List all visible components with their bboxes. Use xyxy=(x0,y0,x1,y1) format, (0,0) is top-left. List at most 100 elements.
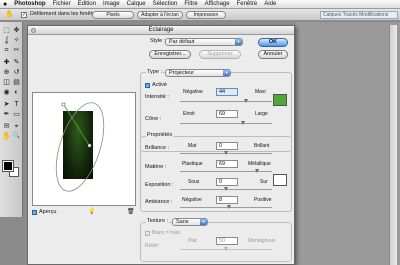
slider-thumb[interactable] xyxy=(255,169,260,173)
hand-icon[interactable]: ✋ xyxy=(5,10,14,19)
ambience-label: Ambiance : xyxy=(145,199,173,205)
menu-bar: ● Photoshop Fichier Edition Image Calque… xyxy=(0,0,400,9)
print-size-button[interactable]: Impression xyxy=(186,11,226,19)
pen-icon[interactable]: ✒ xyxy=(2,110,11,119)
white-high-checkbox[interactable]: ✓ xyxy=(145,231,150,236)
preview-checkbox[interactable]: ✓ xyxy=(32,210,37,215)
gloss-slider[interactable] xyxy=(180,151,272,155)
white-high-label: Blanc = haut xyxy=(152,230,180,236)
delete-button[interactable]: Supprimer xyxy=(199,50,241,59)
active-checkbox[interactable]: ✓ xyxy=(145,83,150,88)
light-color-swatch[interactable] xyxy=(273,94,287,106)
hand-tool-icon[interactable]: ✋ xyxy=(2,132,11,141)
light-ellipse[interactable] xyxy=(33,93,136,206)
gloss-min-label: Mat xyxy=(188,143,197,149)
dialog-title: Eclairage xyxy=(28,26,294,35)
gradient-icon[interactable]: ▤ xyxy=(12,78,21,87)
texture-label: Texture : xyxy=(146,218,170,225)
eyedropper-icon[interactable]: ⌖ xyxy=(12,122,21,131)
slice-icon[interactable]: ✂ xyxy=(12,46,21,55)
preview-label: Aperçu xyxy=(39,209,57,215)
foreground-color-swatch[interactable] xyxy=(2,160,14,172)
blur-icon[interactable]: ◉ xyxy=(2,88,11,97)
ok-button[interactable]: OK xyxy=(258,38,288,47)
menu-fichier[interactable]: Fichier xyxy=(53,0,71,9)
document-scrollbar[interactable] xyxy=(389,25,397,265)
marquee-icon[interactable]: ⬚ xyxy=(2,26,11,35)
material-field[interactable]: 69 xyxy=(216,160,238,168)
ambience-field[interactable]: 8 xyxy=(216,196,238,204)
exposure-slider[interactable] xyxy=(180,187,272,191)
stamp-icon[interactable]: ⊕ xyxy=(2,68,11,77)
type-icon[interactable]: T xyxy=(12,100,21,109)
healing-icon[interactable]: ✚ xyxy=(2,58,11,67)
material-max-label: Métallique xyxy=(248,161,271,167)
gloss-field[interactable]: 0 xyxy=(216,142,238,150)
trash-icon[interactable]: 🗑 xyxy=(127,209,135,216)
close-window-icon[interactable] xyxy=(31,28,36,33)
menu-image[interactable]: Image xyxy=(103,0,120,9)
notes-icon[interactable]: ✉ xyxy=(2,122,11,131)
intensity-slider[interactable] xyxy=(180,99,272,103)
ambience-min-label: Négative xyxy=(182,197,202,203)
path-icon[interactable]: ➤ xyxy=(2,100,11,109)
palette-well[interactable]: Calques Tracés Modifications xyxy=(320,11,398,19)
slider-thumb[interactable] xyxy=(227,205,232,209)
menu-filtre[interactable]: Filtre xyxy=(184,0,197,9)
cone-field[interactable]: 69 xyxy=(216,110,238,118)
menu-selection[interactable]: Sélection xyxy=(153,0,178,9)
slider-thumb[interactable] xyxy=(223,247,228,251)
gloss-label: Brillance : xyxy=(145,145,170,151)
brush-icon[interactable]: ✎ xyxy=(12,58,21,67)
material-slider[interactable] xyxy=(180,169,272,173)
scroll-all-windows-label: Défilement dans les fenêtres xyxy=(30,11,100,17)
slider-thumb[interactable] xyxy=(243,99,248,103)
fit-on-screen-button[interactable]: Adapter à l'écran xyxy=(137,11,183,19)
options-bar: ✋ ✓ Défilement dans les fenêtres Pixels … xyxy=(0,9,400,21)
menu-aide[interactable]: Aide xyxy=(264,0,276,9)
intensity-label: Intensité : xyxy=(145,94,169,100)
menu-calque[interactable]: Calque xyxy=(127,0,146,9)
style-select-value: Par défaut xyxy=(169,39,195,45)
crop-icon[interactable]: ⌗ xyxy=(2,46,11,55)
ambience-max-label: Positive xyxy=(254,197,272,203)
history-brush-icon[interactable]: ↺ xyxy=(12,68,21,77)
style-select[interactable]: Par défaut ▼ xyxy=(165,38,243,46)
chevron-down-icon: ▼ xyxy=(200,219,207,225)
exposure-label: Exposition : xyxy=(145,182,174,188)
slider-thumb[interactable] xyxy=(223,151,228,155)
eraser-icon[interactable]: ◫ xyxy=(2,78,11,87)
properties-title: Propriétés xyxy=(146,132,174,139)
menu-fenetre[interactable]: Fenêtre xyxy=(237,0,258,9)
menu-photoshop[interactable]: Photoshop xyxy=(14,0,45,9)
ambient-color-swatch[interactable] xyxy=(273,174,287,186)
ambience-slider[interactable] xyxy=(180,205,272,209)
exposure-field[interactable]: 0 xyxy=(216,178,238,186)
cancel-button[interactable]: Annuler xyxy=(258,50,288,59)
slider-thumb[interactable] xyxy=(223,187,228,191)
menu-affichage[interactable]: Affichage xyxy=(205,0,230,9)
zoom-icon[interactable]: 🔍 xyxy=(12,132,21,141)
cone-max-label: Large xyxy=(255,111,268,117)
shape-icon[interactable]: ▭ xyxy=(12,110,21,119)
menu-edition[interactable]: Edition xyxy=(78,0,96,9)
scroll-all-windows-checkbox[interactable]: ✓ xyxy=(21,12,27,18)
type-select-value: Projecteur xyxy=(169,70,195,76)
apple-icon[interactable]: ● xyxy=(3,0,7,9)
dodge-icon[interactable]: ◐ xyxy=(12,88,21,97)
gloss-max-label: Brillant xyxy=(254,143,270,149)
preview-canvas[interactable] xyxy=(32,92,136,206)
magic-wand-icon[interactable]: ✧ xyxy=(12,36,21,45)
move-icon[interactable]: ✥ xyxy=(12,26,21,35)
slider-thumb[interactable] xyxy=(240,121,245,125)
save-button[interactable]: Enregistrer... xyxy=(149,50,191,59)
relief-field[interactable]: 50 xyxy=(216,237,238,245)
relief-slider[interactable] xyxy=(180,247,272,251)
texture-select[interactable]: Sans ▼ xyxy=(172,218,208,226)
intensity-field[interactable]: 44 xyxy=(216,88,238,96)
light-bulb-icon[interactable]: 💡 xyxy=(88,209,95,216)
cone-slider[interactable] xyxy=(180,121,272,125)
actual-pixels-button[interactable]: Pixels xyxy=(92,11,134,19)
type-select[interactable]: Projecteur ▼ xyxy=(165,69,231,77)
lasso-icon[interactable]: ʆ xyxy=(2,36,11,45)
